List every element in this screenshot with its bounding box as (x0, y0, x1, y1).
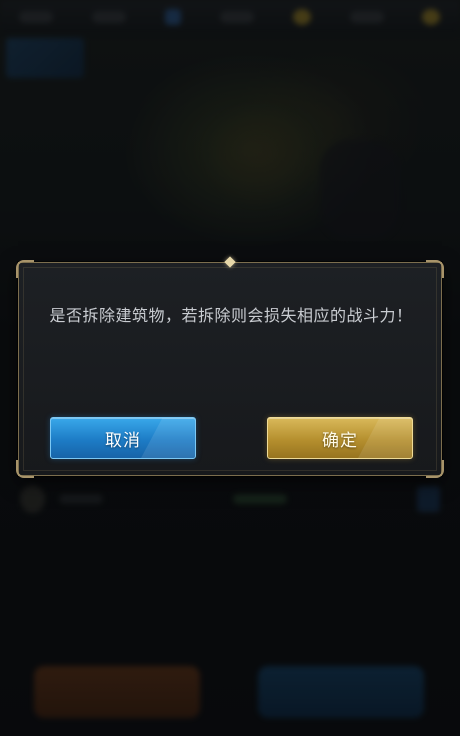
corner-ornament (16, 460, 34, 478)
confirm-button-label: 确定 (322, 430, 358, 451)
game-screen: 是否拆除建筑物，若拆除则会损失相应的战斗力！ 取消 确定 (0, 0, 460, 736)
corner-ornament (426, 260, 444, 278)
corner-ornament (16, 260, 34, 278)
corner-ornament (426, 460, 444, 478)
cancel-button-label: 取消 (105, 430, 141, 451)
dialog-message: 是否拆除建筑物，若拆除则会损失相应的战斗力！ (49, 306, 413, 325)
cancel-button[interactable]: 取消 (50, 417, 196, 459)
confirm-button[interactable]: 确定 (267, 417, 413, 459)
confirm-demolish-dialog: 是否拆除建筑物，若拆除则会损失相应的战斗力！ 取消 确定 (16, 256, 444, 478)
